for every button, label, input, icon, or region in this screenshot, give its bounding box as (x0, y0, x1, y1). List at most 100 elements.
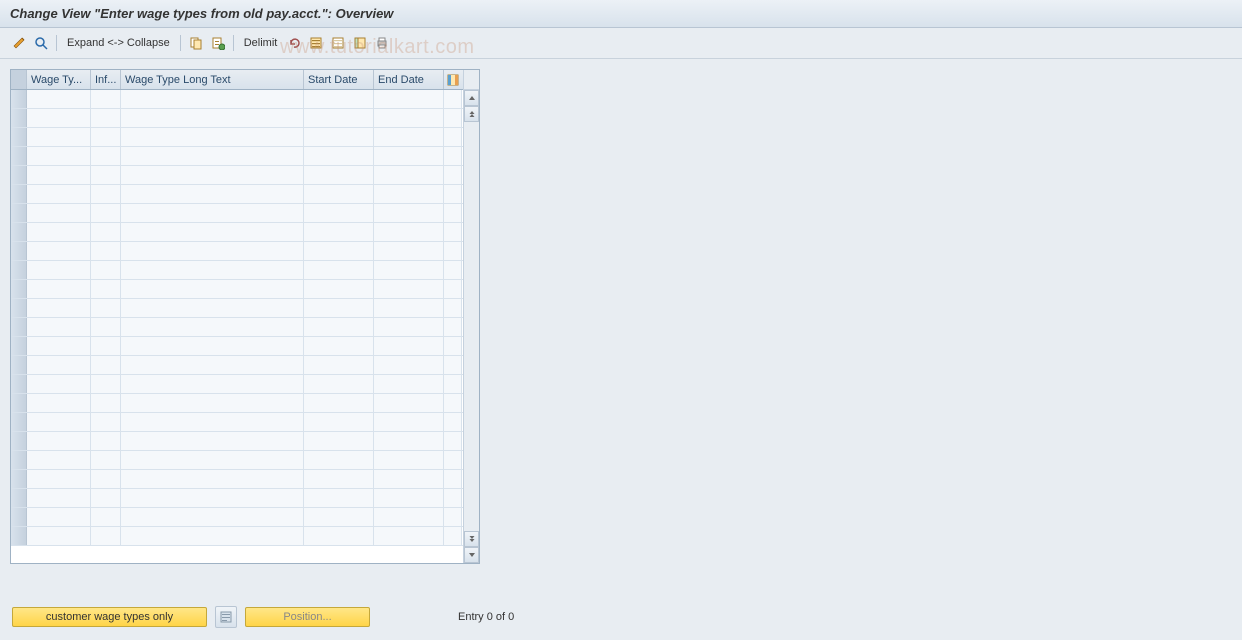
vertical-scrollbar[interactable] (463, 70, 479, 563)
cell-wage-type[interactable] (27, 337, 91, 355)
table-row[interactable] (11, 527, 463, 546)
row-selector[interactable] (11, 242, 27, 260)
cell-wage-type[interactable] (27, 204, 91, 222)
row-selector[interactable] (11, 223, 27, 241)
cell-start-date[interactable] (304, 147, 374, 165)
table-row[interactable] (11, 90, 463, 109)
details-icon[interactable] (32, 34, 50, 52)
cell-end-date[interactable] (374, 470, 444, 488)
row-selector[interactable] (11, 280, 27, 298)
table-row[interactable] (11, 147, 463, 166)
table-configure-icon[interactable] (444, 70, 462, 89)
table-row[interactable] (11, 432, 463, 451)
cell-inf[interactable] (91, 337, 121, 355)
table-row[interactable] (11, 166, 463, 185)
cell-long-text[interactable] (121, 413, 304, 431)
cell-end-date[interactable] (374, 451, 444, 469)
cell-inf[interactable] (91, 394, 121, 412)
row-selector[interactable] (11, 356, 27, 374)
print-icon[interactable] (373, 34, 391, 52)
cell-wage-type[interactable] (27, 470, 91, 488)
row-selector[interactable] (11, 470, 27, 488)
cell-long-text[interactable] (121, 527, 304, 545)
toggle-change-icon[interactable] (10, 34, 28, 52)
row-selector[interactable] (11, 318, 27, 336)
cell-wage-type[interactable] (27, 413, 91, 431)
cell-wage-type[interactable] (27, 489, 91, 507)
cell-end-date[interactable] (374, 527, 444, 545)
scroll-page-down-button[interactable] (464, 531, 479, 547)
cell-wage-type[interactable] (27, 147, 91, 165)
table-row[interactable] (11, 261, 463, 280)
position-button[interactable]: Position... (245, 607, 370, 627)
scroll-down-button[interactable] (464, 547, 479, 563)
row-selector[interactable] (11, 261, 27, 279)
cell-long-text[interactable] (121, 451, 304, 469)
table-row[interactable] (11, 356, 463, 375)
cell-end-date[interactable] (374, 280, 444, 298)
cell-end-date[interactable] (374, 299, 444, 317)
cell-long-text[interactable] (121, 166, 304, 184)
undo-icon[interactable] (285, 34, 303, 52)
deselect-all-icon[interactable] (329, 34, 347, 52)
table-settings-icon[interactable] (351, 34, 369, 52)
cell-long-text[interactable] (121, 489, 304, 507)
table-row[interactable] (11, 204, 463, 223)
row-selector[interactable] (11, 147, 27, 165)
cell-inf[interactable] (91, 470, 121, 488)
cell-inf[interactable] (91, 299, 121, 317)
table-row[interactable] (11, 337, 463, 356)
cell-end-date[interactable] (374, 90, 444, 108)
cell-wage-type[interactable] (27, 90, 91, 108)
cell-wage-type[interactable] (27, 128, 91, 146)
cell-start-date[interactable] (304, 470, 374, 488)
cell-wage-type[interactable] (27, 223, 91, 241)
table-row[interactable] (11, 508, 463, 527)
expand-collapse-button[interactable]: Expand <-> Collapse (63, 37, 174, 49)
cell-end-date[interactable] (374, 261, 444, 279)
cell-end-date[interactable] (374, 394, 444, 412)
cell-inf[interactable] (91, 527, 121, 545)
cell-wage-type[interactable] (27, 356, 91, 374)
row-selector[interactable] (11, 375, 27, 393)
table-row[interactable] (11, 489, 463, 508)
table-row[interactable] (11, 299, 463, 318)
table-row[interactable] (11, 242, 463, 261)
cell-end-date[interactable] (374, 147, 444, 165)
row-selector[interactable] (11, 413, 27, 431)
table-row[interactable] (11, 413, 463, 432)
cell-start-date[interactable] (304, 204, 374, 222)
column-header-start-date[interactable]: Start Date (304, 70, 374, 89)
column-header-inf[interactable]: Inf... (91, 70, 121, 89)
copy-icon[interactable] (187, 34, 205, 52)
column-header-wage-type[interactable]: Wage Ty... (27, 70, 91, 89)
copy-as-icon[interactable] (209, 34, 227, 52)
cell-long-text[interactable] (121, 337, 304, 355)
cell-inf[interactable] (91, 413, 121, 431)
cell-start-date[interactable] (304, 128, 374, 146)
cell-end-date[interactable] (374, 356, 444, 374)
cell-wage-type[interactable] (27, 280, 91, 298)
cell-start-date[interactable] (304, 375, 374, 393)
table-row[interactable] (11, 185, 463, 204)
cell-inf[interactable] (91, 109, 121, 127)
cell-wage-type[interactable] (27, 166, 91, 184)
cell-start-date[interactable] (304, 394, 374, 412)
cell-long-text[interactable] (121, 109, 304, 127)
cell-wage-type[interactable] (27, 299, 91, 317)
delimit-button[interactable]: Delimit (240, 37, 282, 49)
restriction-icon[interactable] (215, 606, 237, 628)
cell-inf[interactable] (91, 90, 121, 108)
cell-wage-type[interactable] (27, 185, 91, 203)
cell-wage-type[interactable] (27, 375, 91, 393)
cell-long-text[interactable] (121, 204, 304, 222)
cell-long-text[interactable] (121, 90, 304, 108)
cell-inf[interactable] (91, 356, 121, 374)
table-row[interactable] (11, 394, 463, 413)
cell-end-date[interactable] (374, 337, 444, 355)
cell-inf[interactable] (91, 242, 121, 260)
cell-start-date[interactable] (304, 489, 374, 507)
column-header-end-date[interactable]: End Date (374, 70, 444, 89)
column-header-selector[interactable] (11, 70, 27, 89)
cell-wage-type[interactable] (27, 261, 91, 279)
